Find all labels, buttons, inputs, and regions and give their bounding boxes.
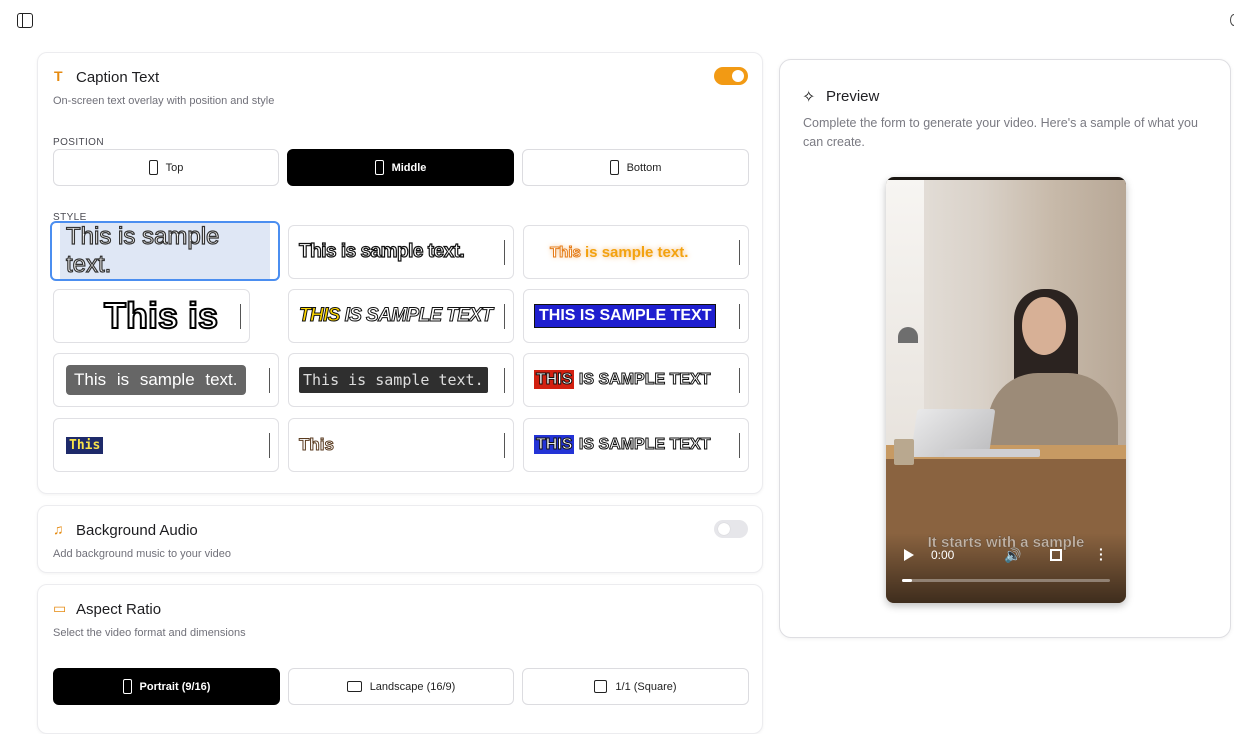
- top-bar: [0, 0, 1234, 42]
- volume-icon[interactable]: 🔊: [1004, 547, 1021, 564]
- style-sample-highlight-word: THIS: [534, 435, 575, 454]
- style-option-3[interactable]: This is sample text.: [523, 225, 749, 279]
- style-option-2[interactable]: This is sample text.: [288, 225, 514, 279]
- background-audio-title: Background Audio: [76, 522, 198, 539]
- phone-icon: [122, 679, 132, 694]
- preview-panel: ✧ Preview Complete the form to generate …: [779, 59, 1231, 638]
- sample-video[interactable]: It starts with a sample 0:00 🔊 · · ·: [886, 177, 1126, 603]
- position-top-button[interactable]: Top: [53, 149, 279, 186]
- style-sample-text: This is sample text.: [66, 365, 246, 395]
- video-progress-fill: [902, 579, 913, 582]
- preview-title: Preview: [826, 88, 880, 105]
- style-option-5[interactable]: THIS IS SAMPLE TEXT: [288, 289, 514, 343]
- aspect-portrait-label: Portrait (9/16): [139, 680, 211, 693]
- aspect-ratio-subtitle: Select the video format and dimensions: [53, 627, 246, 639]
- background-audio-toggle[interactable]: [714, 520, 748, 538]
- aspect-square-label: 1/1 (Square): [615, 680, 677, 693]
- style-sample-highlight-word: THIS: [534, 370, 575, 389]
- style-option-11[interactable]: This: [288, 418, 514, 472]
- aspect-landscape-button[interactable]: Landscape (16/9): [288, 668, 514, 705]
- caption-card: T Caption Text On-screen text overlay wi…: [37, 52, 763, 494]
- phone-middle-icon: [374, 160, 384, 175]
- position-label: POSITION: [53, 137, 104, 148]
- text-icon: T: [54, 68, 63, 84]
- monitor-icon: [346, 681, 362, 692]
- settings-column: T Caption Text On-screen text overlay wi…: [37, 52, 763, 734]
- style-option-9[interactable]: THIS IS SAMPLE TEXT: [523, 353, 749, 407]
- style-sample-text: This is sample text.: [299, 367, 488, 393]
- style-sample-text: THIS IS SAMPLE TEXT: [534, 435, 711, 454]
- style-sample-highlight-word: This: [74, 370, 107, 389]
- monitor-icon: ▭: [53, 600, 67, 616]
- style-option-4[interactable]: This is: [53, 289, 250, 343]
- aspect-landscape-label: Landscape (16/9): [369, 680, 456, 693]
- phone-bottom-icon: [609, 160, 619, 175]
- aspect-ratio-card: ▭ Aspect Ratio Select the video format a…: [37, 584, 763, 734]
- position-middle-label: Middle: [391, 161, 427, 174]
- style-sample-text: This is sample text.: [298, 240, 465, 262]
- style-sample-text: THIS IS SAMPLE TEXT: [299, 305, 494, 327]
- position-top-label: Top: [165, 161, 184, 174]
- style-sample-text: THIS IS SAMPLE TEXT: [534, 370, 711, 389]
- window-edge-icon: [1230, 14, 1234, 26]
- music-icon: ♫: [53, 521, 64, 537]
- style-option-12[interactable]: THIS IS SAMPLE TEXT: [523, 418, 749, 472]
- style-option-1[interactable]: This is sample text.: [50, 221, 280, 281]
- style-sample-text: This: [299, 435, 335, 455]
- style-option-8[interactable]: This is sample text.: [288, 353, 514, 407]
- position-bottom-button[interactable]: Bottom: [522, 149, 749, 186]
- style-sample-highlight-word: THIS: [299, 305, 341, 327]
- style-option-6[interactable]: THIS IS SAMPLE TEXT: [523, 289, 749, 343]
- background-audio-subtitle: Add background music to your video: [53, 548, 231, 560]
- fullscreen-icon[interactable]: [1050, 549, 1062, 561]
- sparkle-icon: ✧: [802, 89, 816, 106]
- style-sample-highlight-word: This: [550, 243, 582, 261]
- style-sample-text: This is sample text.: [550, 243, 689, 261]
- style-sample-text: This: [66, 436, 104, 454]
- aspect-square-button[interactable]: 1/1 (Square): [522, 668, 749, 705]
- position-bottom-label: Bottom: [626, 161, 662, 174]
- background-audio-card: ♫ Background Audio Add background music …: [37, 505, 763, 573]
- style-sample-text: This is: [103, 294, 219, 337]
- caption-toggle[interactable]: [714, 67, 748, 85]
- phone-top-icon: [148, 160, 158, 175]
- video-progress-bar[interactable]: [902, 579, 1110, 582]
- style-sample-text: This is sample text.: [60, 223, 270, 279]
- play-icon[interactable]: [904, 549, 914, 561]
- style-option-10[interactable]: This: [53, 418, 279, 472]
- more-options-icon[interactable]: · · ·: [1099, 542, 1104, 566]
- caption-title: Caption Text: [76, 69, 160, 86]
- video-time: 0:00: [931, 548, 955, 562]
- caption-subtitle: On-screen text overlay with position and…: [53, 95, 275, 107]
- style-option-7[interactable]: This is sample text.: [53, 353, 279, 407]
- preview-description: Complete the form to generate your video…: [803, 116, 1198, 149]
- style-sample-text: THIS IS SAMPLE TEXT: [534, 304, 717, 328]
- square-icon: [594, 680, 608, 693]
- sidebar-toggle-icon[interactable]: [17, 13, 33, 28]
- aspect-ratio-title: Aspect Ratio: [76, 601, 162, 618]
- position-middle-button[interactable]: Middle: [287, 149, 514, 186]
- aspect-portrait-button[interactable]: Portrait (9/16): [53, 668, 280, 705]
